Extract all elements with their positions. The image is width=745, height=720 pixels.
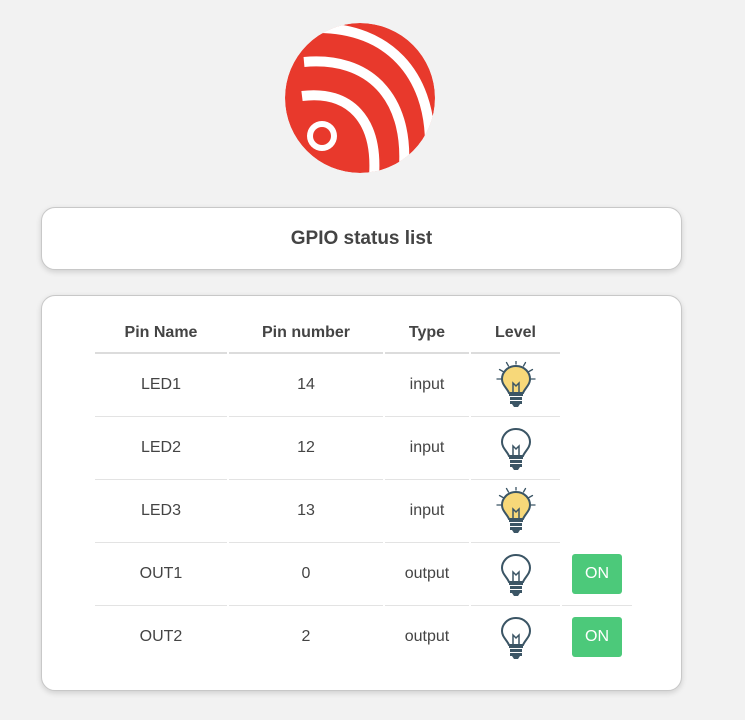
header-level: Level (471, 314, 560, 354)
action-cell: ON (562, 606, 632, 668)
lightbulb-on-icon (495, 359, 536, 409)
pin-name-cell: OUT1 (95, 543, 227, 606)
table-row: OUT2 2 output ON (95, 606, 632, 668)
table-row: OUT1 0 output ON (95, 543, 632, 606)
espressif-logo-icon (285, 23, 435, 173)
pin-number-cell: 0 (229, 543, 383, 606)
lightbulb-off-icon (496, 550, 536, 598)
table-header-row: Pin Name Pin number Type Level (95, 314, 632, 354)
level-cell (471, 354, 560, 417)
action-cell (562, 354, 632, 417)
page-title: GPIO status list (290, 227, 433, 249)
pin-number-cell: 14 (229, 354, 383, 417)
pin-name-cell: LED2 (95, 417, 227, 480)
action-cell: ON (562, 543, 632, 606)
header-action (562, 314, 632, 354)
pin-name-cell: LED3 (95, 480, 227, 543)
type-cell: input (385, 417, 469, 480)
pin-name-cell: OUT2 (139, 628, 183, 645)
pin-number-cell: 2 (301, 628, 311, 645)
lightbulb-off-icon (496, 424, 536, 472)
type-cell: input (385, 480, 469, 543)
header-pin-number: Pin number (229, 314, 383, 354)
lightbulb-on-icon (495, 485, 536, 535)
table-row: LED3 13 input (95, 480, 632, 543)
header-pin-name: Pin Name (95, 314, 227, 354)
pin-number-cell: 12 (229, 417, 383, 480)
action-cell (562, 480, 632, 543)
gpio-table-card: Pin Name Pin number Type Level LED1 14 inp… (41, 295, 682, 691)
level-cell (471, 480, 560, 543)
lightbulb-off-icon (496, 613, 536, 661)
title-card: GPIO status list (41, 207, 682, 270)
header-type: Type (385, 314, 469, 354)
gpio-status-table: Pin Name Pin number Type Level LED1 14 inp… (93, 314, 634, 668)
level-cell (471, 417, 560, 480)
action-cell (562, 417, 632, 480)
type-cell: output (404, 628, 450, 645)
pin-number-cell: 13 (229, 480, 383, 543)
on-button[interactable]: ON (572, 617, 622, 657)
table-row: LED1 14 input (95, 354, 632, 417)
level-cell (471, 543, 560, 606)
type-cell: output (385, 543, 469, 606)
type-cell: input (385, 354, 469, 417)
level-cell (471, 606, 560, 668)
pin-name-cell: LED1 (95, 354, 227, 417)
on-button[interactable]: ON (572, 554, 622, 594)
table-row: LED2 12 input (95, 417, 632, 480)
